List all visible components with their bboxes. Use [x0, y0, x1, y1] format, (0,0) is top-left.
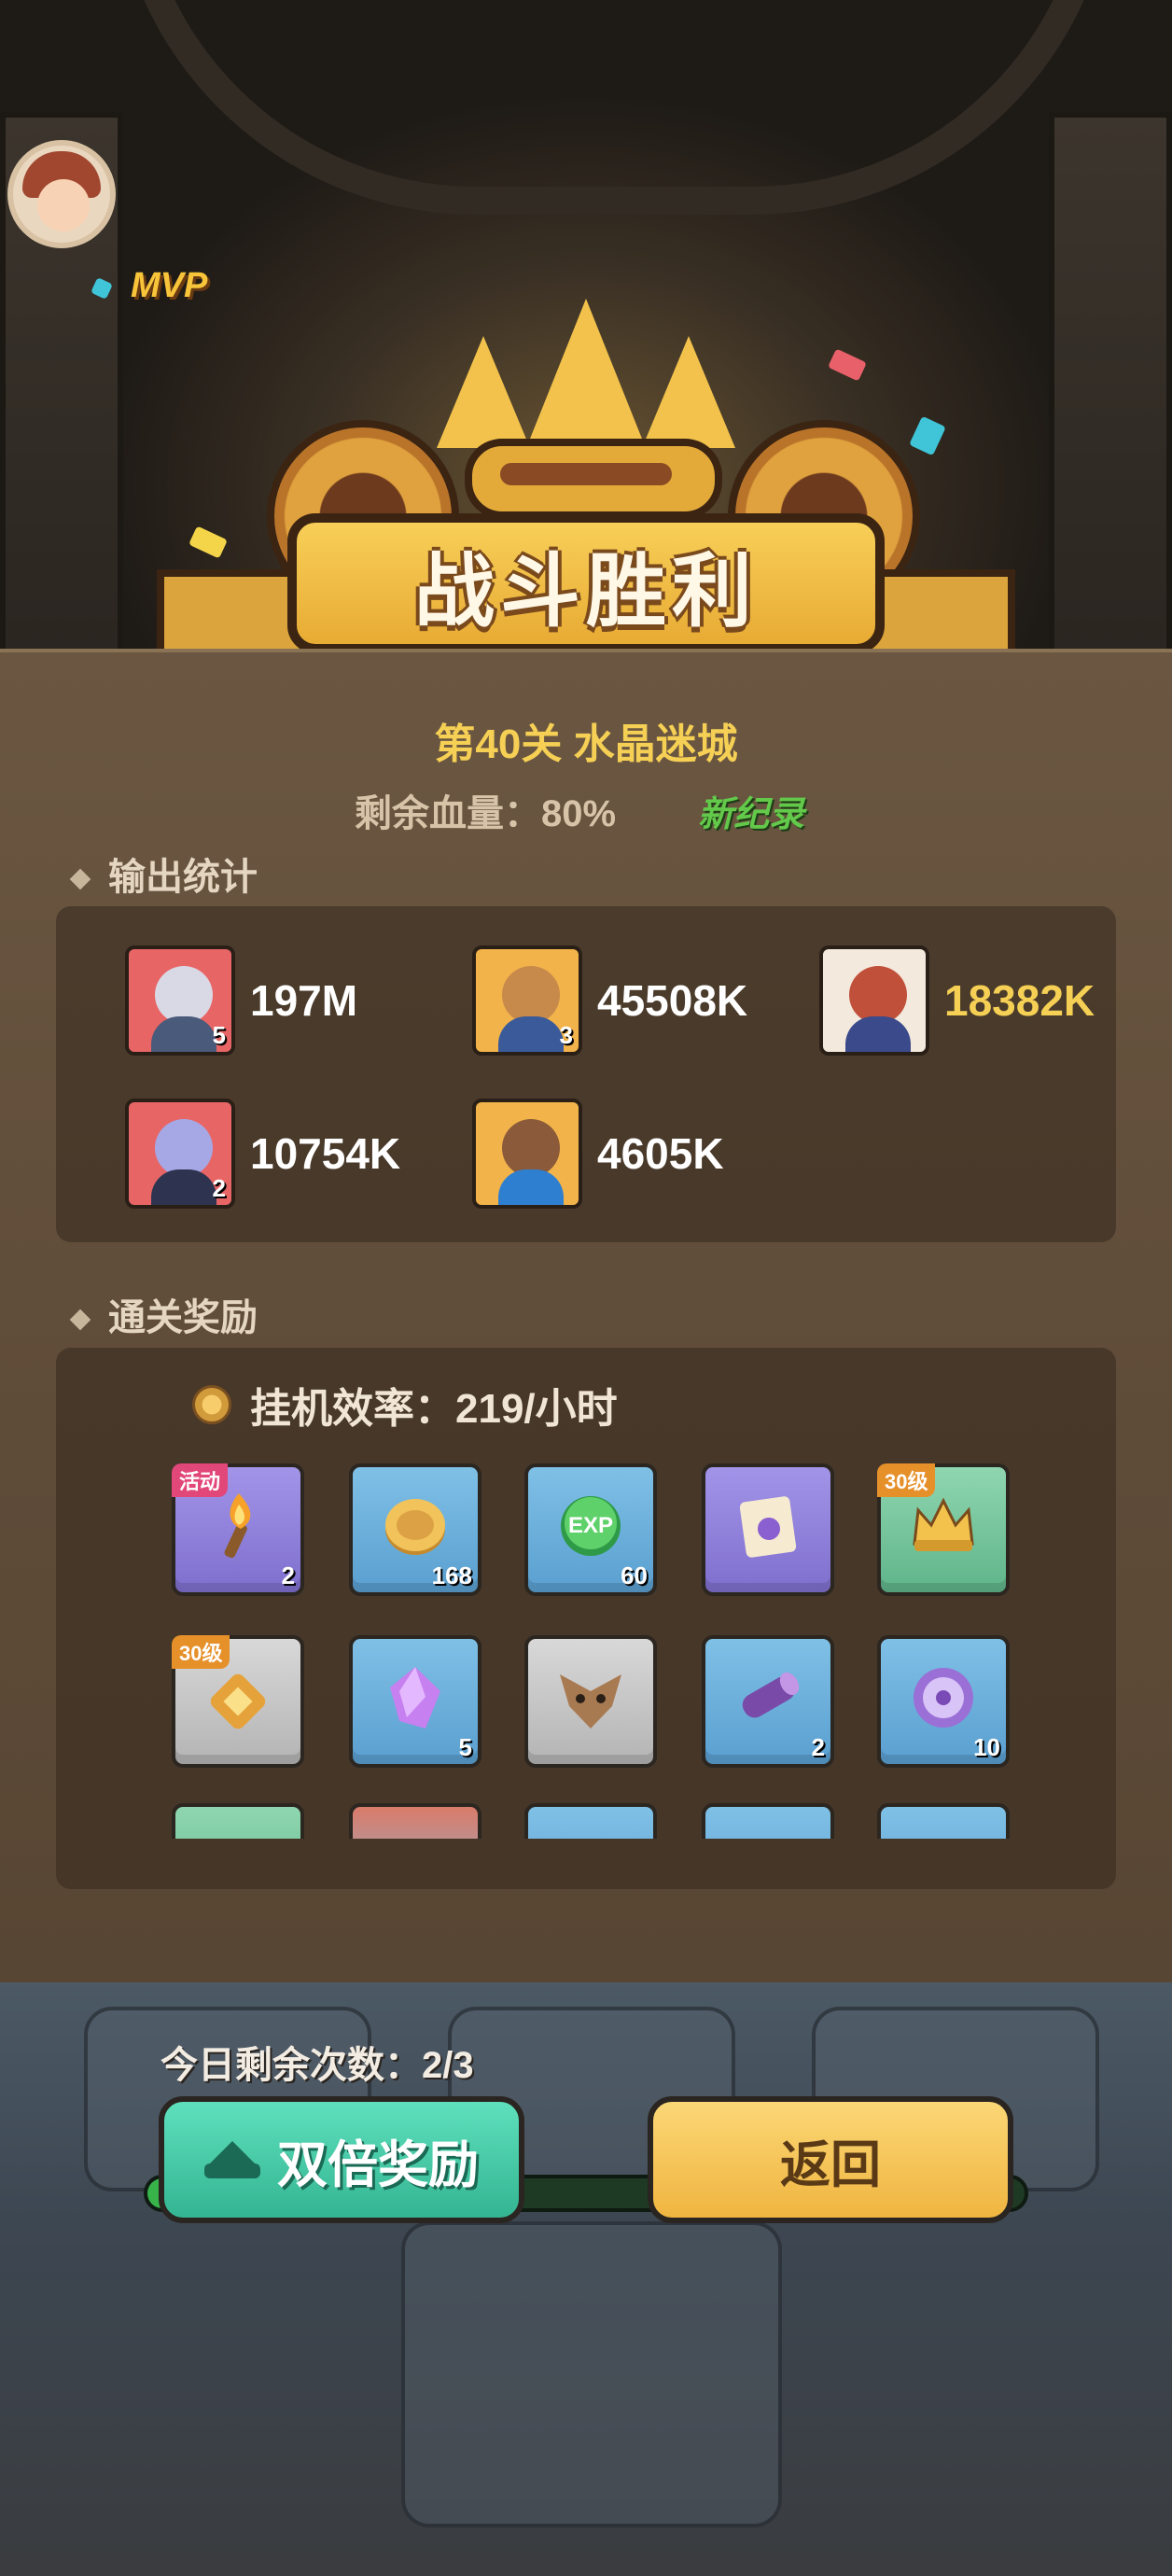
gold-coin-icon — [192, 1385, 231, 1424]
rune-badge-icon — [914, 1668, 973, 1728]
wood-log-icon — [742, 1672, 800, 1718]
damage-value: 4605K — [597, 1129, 724, 1178]
crown-icon — [204, 2141, 260, 2178]
mvp-label: MVP — [131, 266, 208, 305]
reward-item-partial[interactable] — [524, 1803, 657, 1839]
reward-item-partial[interactable] — [349, 1803, 481, 1839]
castle-pillar-right — [1049, 112, 1172, 683]
reward-item-gold[interactable]: 168 — [349, 1463, 481, 1596]
damage-value: 45508K — [597, 976, 748, 1025]
reward-item-integral-scroll[interactable] — [702, 1463, 834, 1596]
hero-damage-entry[interactable]: 2 10754K — [125, 1099, 400, 1209]
svg-text:EXP: EXP — [568, 1513, 613, 1538]
player-avatar[interactable] — [7, 140, 116, 248]
output-stats-title: 输出统计 — [69, 847, 258, 901]
reward-item-partial[interactable] — [702, 1803, 834, 1839]
hero-portrait: 3 — [472, 945, 582, 1056]
castle-arch — [112, 0, 1116, 215]
victory-title: 战斗胜利 — [414, 546, 758, 637]
reward-item-partial[interactable] — [172, 1803, 304, 1839]
idle-efficiency: 挂机效率：219/小时 — [192, 1375, 618, 1435]
gold-crown-icon — [913, 1497, 974, 1551]
damage-value: 18382K — [944, 976, 1095, 1025]
reward-item-exp[interactable]: EXP 60 — [524, 1463, 657, 1596]
rewards-title: 通关奖励 — [69, 1287, 258, 1341]
stage-name: 第40关 水晶迷城 — [434, 721, 738, 767]
diamond-bullet-icon — [69, 869, 91, 890]
daily-remaining-count: 今日剩余次数：2/3 — [160, 2045, 474, 2086]
reward-item-rune[interactable]: 10 — [877, 1635, 1010, 1768]
hero-portrait — [472, 1099, 582, 1209]
integral-scroll-icon — [739, 1496, 797, 1558]
amulet-icon — [210, 1673, 266, 1729]
hero-damage-entry[interactable]: 4605K — [472, 1099, 724, 1209]
damage-value: 10754K — [250, 1129, 401, 1178]
damage-value: 197M — [250, 976, 358, 1025]
new-record-badge: 新纪录 — [698, 795, 805, 834]
diamond-bullet-icon — [69, 1309, 91, 1331]
reward-item-amulet[interactable]: 30级 — [172, 1635, 304, 1768]
hero-portrait: 2 — [125, 1099, 235, 1209]
reward-item-torch[interactable]: 活动 2 — [172, 1463, 304, 1596]
reward-item-crystal[interactable]: 5 — [349, 1635, 481, 1768]
return-button[interactable]: 返回 — [648, 2096, 1013, 2223]
hero-damage-entry[interactable]: 18382K — [819, 945, 1095, 1056]
crown-icon — [437, 299, 735, 519]
reward-item-crown[interactable]: 30级 — [877, 1463, 1010, 1596]
remaining-hp: 剩余血量：80% — [355, 793, 617, 834]
victory-banner: 战斗胜利 — [157, 299, 1015, 691]
reward-scroll-overflow[interactable] — [56, 1790, 1116, 1839]
hero-portrait — [819, 945, 929, 1056]
gold-coin-icon — [385, 1499, 445, 1555]
reward-item-eagle-mask[interactable] — [524, 1635, 657, 1768]
eagle-mask-icon — [560, 1674, 621, 1729]
hero-damage-entry[interactable]: 3 45508K — [472, 945, 747, 1056]
torch-icon — [224, 1493, 251, 1559]
exp-orb-icon: EXP — [561, 1496, 621, 1556]
hero-portrait: 5 — [125, 945, 235, 1056]
reward-item-wood[interactable]: 2 — [702, 1635, 834, 1768]
double-reward-button[interactable]: 双倍奖励 — [159, 2096, 524, 2223]
reward-item-partial[interactable] — [877, 1803, 1010, 1839]
crystal-icon — [390, 1667, 440, 1729]
result-panel: 第40关 水晶迷城 剩余血量：80% 新纪录 输出统计 通关奖励 — [0, 649, 1172, 1982]
hero-damage-entry[interactable]: 5 197M — [125, 945, 357, 1056]
